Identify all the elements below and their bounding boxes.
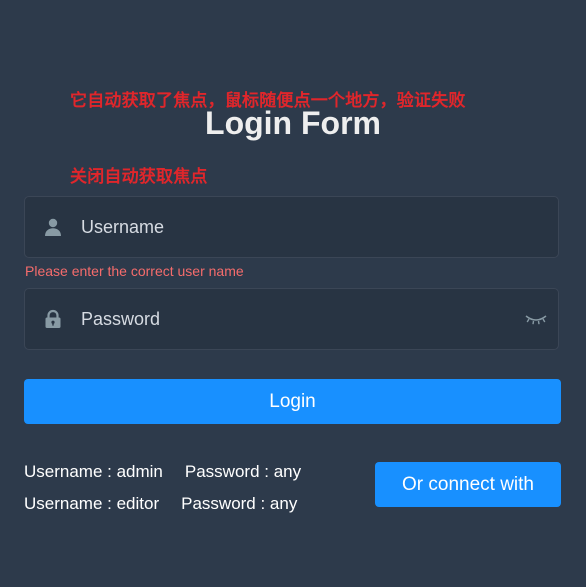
tip-row: Username : admin Password : any: [24, 462, 301, 482]
tip-row: Username : editor Password : any: [24, 494, 297, 514]
login-button[interactable]: Login: [24, 379, 561, 424]
lock-icon: [43, 309, 63, 329]
annotation-disable-note: 关闭自动获取焦点: [70, 167, 208, 187]
tip-password: Password : any: [184, 462, 302, 481]
tip-username: Username : editor: [24, 494, 160, 513]
page-title: Login Form: [205, 105, 381, 141]
username-error-message: Please enter the correct user name: [25, 263, 244, 279]
username-input[interactable]: [81, 197, 521, 257]
password-input[interactable]: [81, 289, 521, 349]
user-icon: [43, 217, 63, 237]
connect-button[interactable]: Or connect with: [375, 462, 561, 507]
password-field: [24, 288, 559, 350]
eye-closed-icon[interactable]: [524, 311, 548, 327]
username-field: [24, 196, 559, 258]
tip-password: Password : any: [181, 494, 298, 513]
tip-username: Username : admin: [24, 462, 163, 481]
